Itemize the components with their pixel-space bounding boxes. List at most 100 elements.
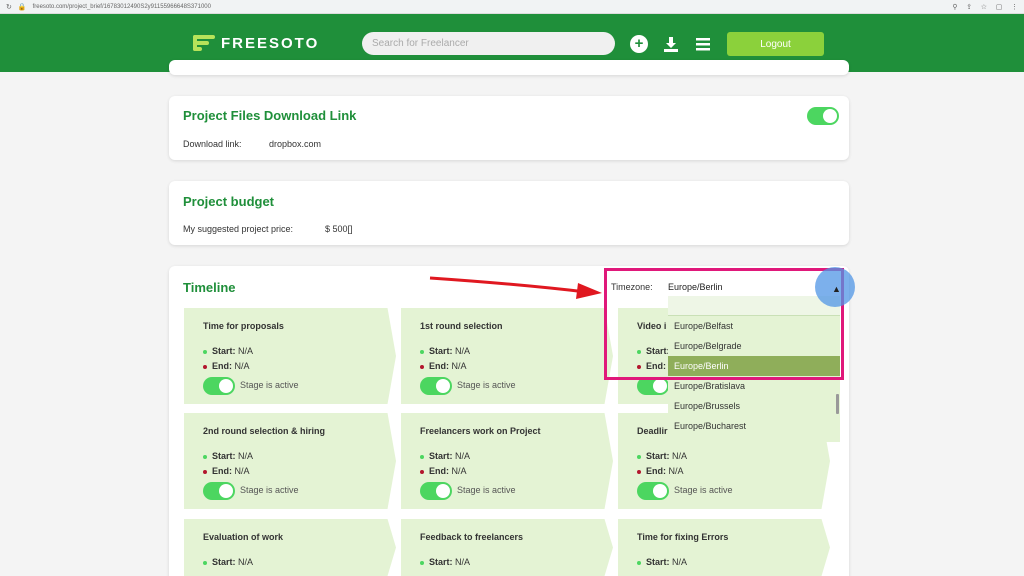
start-label: Start:	[429, 346, 453, 356]
start-dot-icon	[203, 560, 207, 565]
start-label: Start:	[212, 346, 236, 356]
previous-card	[169, 60, 849, 75]
stage-start: Start: N/A	[637, 451, 687, 461]
stage-active-label: Stage is active	[240, 380, 299, 390]
start-value: N/A	[672, 557, 688, 567]
stage-end: End: N/A	[420, 466, 467, 476]
timezone-option[interactable]: Europe/Brussels	[668, 396, 840, 416]
stage-start: Start: N/A	[637, 557, 687, 567]
download-link-label: Download link:	[183, 139, 242, 149]
stage-start: Start: N/A	[420, 346, 470, 356]
stage-title: Time for proposals	[203, 321, 284, 331]
arrow-icon	[429, 276, 602, 299]
stage-tile: Time for proposals Start: N/A End: N/A S…	[184, 308, 396, 404]
lock-icon: 🔒	[17, 3, 27, 11]
start-dot-icon	[637, 454, 641, 459]
start-label: Start:	[429, 557, 453, 567]
start-value: N/A	[238, 346, 254, 356]
dropdown-scrollbar[interactable]	[836, 394, 839, 414]
start-value: N/A	[672, 451, 688, 461]
stage-end: End: N/A	[637, 466, 684, 476]
stage-end: End: N/A	[203, 466, 250, 476]
end-value: N/A	[451, 466, 467, 476]
stage-active-toggle[interactable]	[420, 482, 452, 500]
project-budget-title: Project budget	[183, 194, 275, 209]
stage-tile: Freelancers work on Project Start: N/A E…	[401, 413, 613, 509]
stage-start: Start: N/A	[203, 557, 253, 567]
stage-active-toggle[interactable]	[420, 377, 452, 395]
start-dot-icon	[420, 349, 424, 354]
stage-end: End: N/A	[420, 361, 467, 371]
stage-active-toggle[interactable]	[637, 482, 669, 500]
end-label: End:	[212, 466, 232, 476]
share-icon[interactable]: ⇪	[966, 4, 972, 11]
start-dot-icon	[420, 454, 424, 459]
logout-button[interactable]: Logout	[727, 32, 824, 56]
project-budget-card: Project budget My suggested project pric…	[169, 181, 849, 245]
start-label: Start:	[646, 451, 670, 461]
star-icon[interactable]: ☆	[981, 4, 987, 11]
price-label: My suggested project price:	[183, 224, 294, 234]
more-icon[interactable]: ⋮	[1011, 4, 1018, 11]
end-dot-icon	[637, 469, 641, 474]
menu-icon[interactable]	[694, 35, 712, 53]
stage-title: 1st round selection	[420, 321, 503, 331]
stage-tile: Evaluation of work Start: N/A	[184, 519, 396, 576]
end-label: End:	[646, 466, 666, 476]
search-input[interactable]	[362, 32, 615, 55]
browser-toolbar: ↻ 🔒 freesoto.com/project_brief/167830124…	[0, 0, 1024, 14]
start-dot-icon	[637, 560, 641, 565]
address-bar[interactable]: freesoto.com/project_brief/16783012490S2…	[33, 4, 946, 10]
start-value: N/A	[455, 346, 471, 356]
project-files-title: Project Files Download Link	[183, 108, 357, 123]
stage-active-toggle[interactable]	[203, 482, 235, 500]
end-dot-icon	[203, 364, 207, 369]
price-value[interactable]: $ 500[]	[325, 224, 353, 234]
stage-start: Start: N/A	[203, 451, 253, 461]
logo-text: FREESOTO	[221, 34, 320, 52]
stage-title: Evaluation of work	[203, 532, 284, 542]
sidebar-icon[interactable]: ▢	[996, 4, 1003, 11]
end-value: N/A	[451, 361, 467, 371]
stage-active-label: Stage is active	[674, 485, 733, 495]
end-label: End:	[212, 361, 232, 371]
logo-icon	[193, 34, 215, 52]
stage-active-label: Stage is active	[457, 380, 516, 390]
files-toggle[interactable]	[807, 107, 839, 125]
start-value: N/A	[238, 557, 254, 567]
start-label: Start:	[429, 451, 453, 461]
start-label: Start:	[646, 557, 670, 567]
download-icon[interactable]	[662, 35, 680, 53]
stage-title: Freelancers work on Project	[420, 426, 541, 436]
end-value: N/A	[668, 466, 684, 476]
stage-start: Start: N/A	[203, 346, 253, 356]
start-value: N/A	[238, 451, 254, 461]
stage-title: Time for fixing Errors	[637, 532, 729, 542]
start-dot-icon	[203, 349, 207, 354]
end-dot-icon	[420, 364, 424, 369]
stage-title: 2nd round selection & hiring	[203, 426, 326, 436]
stage-title: Deadlir	[637, 426, 668, 436]
cursor-icon: ▲	[832, 284, 841, 294]
end-value: N/A	[234, 361, 250, 371]
highlight-box	[604, 268, 844, 380]
end-value: N/A	[234, 466, 250, 476]
end-label: End:	[429, 466, 449, 476]
end-dot-icon	[203, 469, 207, 474]
zoom-icon[interactable]: ⚲	[952, 4, 957, 11]
timezone-option[interactable]: Europe/Bucharest	[668, 416, 840, 436]
start-value: N/A	[455, 557, 471, 567]
stage-active-label: Stage is active	[240, 485, 299, 495]
stage-tile: Time for fixing Errors Start: N/A	[618, 519, 830, 576]
stage-title: Feedback to freelancers	[420, 532, 524, 542]
end-label: End:	[429, 361, 449, 371]
reload-icon[interactable]: ↻	[6, 3, 12, 11]
logo[interactable]: FREESOTO	[193, 34, 319, 52]
stage-tile: 1st round selection Start: N/A End: N/A …	[401, 308, 613, 404]
start-value: N/A	[455, 451, 471, 461]
plus-icon[interactable]: +	[630, 35, 648, 53]
stage-active-toggle[interactable]	[203, 377, 235, 395]
start-dot-icon	[420, 560, 424, 565]
download-link-value[interactable]: dropbox.com	[269, 139, 321, 149]
end-dot-icon	[420, 469, 424, 474]
